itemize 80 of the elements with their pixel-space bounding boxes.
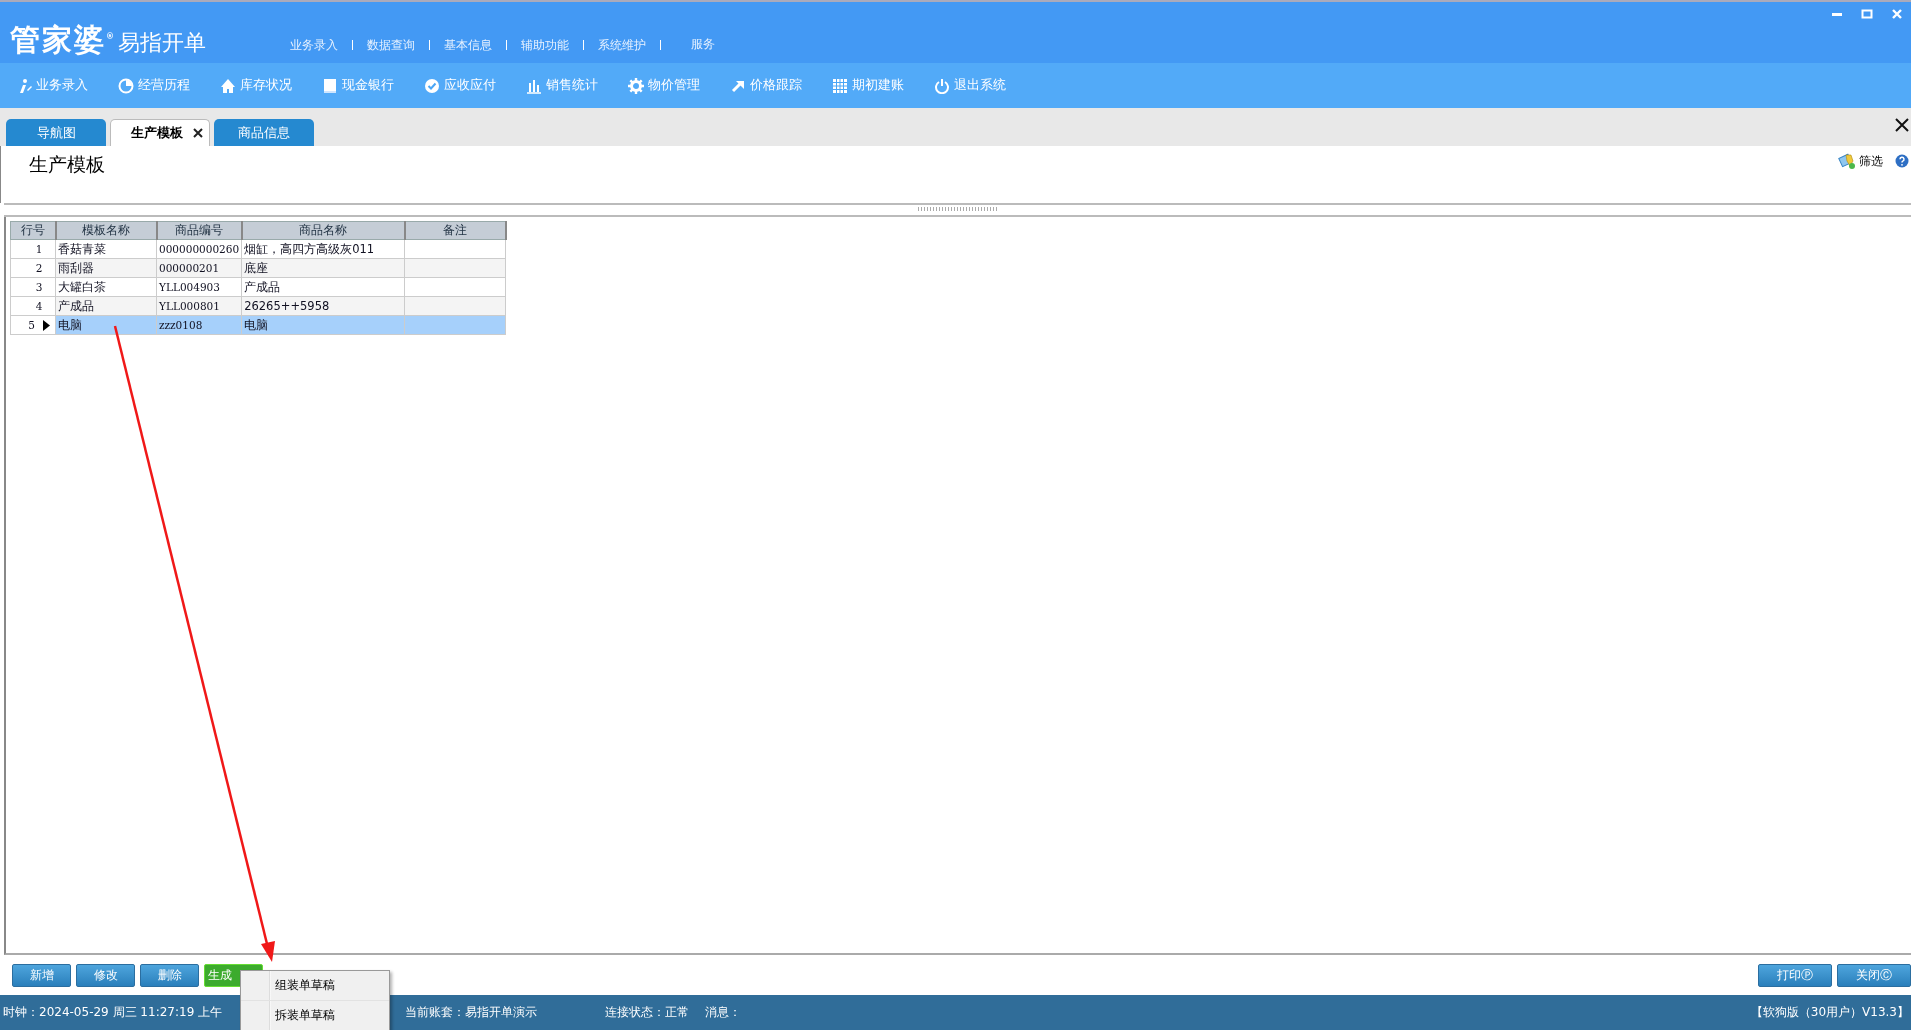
menu-item[interactable]: 拆装单草稿 bbox=[241, 1001, 389, 1030]
table-cell: 雨刮器 bbox=[58, 260, 94, 275]
filter-icon bbox=[1838, 152, 1856, 170]
app-logo: 管家婆$^{®}$ bbox=[10, 21, 116, 57]
table-cell: YLL000801 bbox=[159, 300, 220, 312]
close-icon bbox=[1891, 8, 1903, 20]
check-icon bbox=[424, 77, 440, 94]
button[interactable]: 修改 bbox=[76, 963, 135, 987]
table-cell: 000000000260 bbox=[159, 243, 240, 255]
table-cell: 电脑 bbox=[58, 317, 82, 332]
row-number: 4 bbox=[35, 300, 43, 312]
filter-button[interactable]: 筛选 bbox=[1838, 152, 1883, 170]
toolbar-button[interactable]: 物价管理 bbox=[628, 77, 700, 94]
table-row[interactable]: 4 产成品 YLL000801 26265++5958 bbox=[10, 296, 506, 316]
table-cell: zzz0108 bbox=[159, 319, 203, 331]
menu-item[interactable]: 组装单草稿 bbox=[241, 971, 389, 1001]
table-cell: 产成品 bbox=[244, 279, 281, 294]
toolbar-button[interactable]: 应收应付 bbox=[424, 77, 496, 94]
menu-item[interactable]: 系统维护 bbox=[584, 39, 661, 50]
toolbar-button[interactable]: 期初建账 bbox=[832, 77, 904, 94]
column-header[interactable]: 备注 bbox=[404, 221, 506, 240]
table-cell: 大罐白茶 bbox=[58, 279, 106, 294]
toolbar-button[interactable]: 库存状况 bbox=[220, 77, 292, 94]
table-cell: 26265++5958 bbox=[244, 299, 330, 313]
table-cell: 香菇青菜 bbox=[58, 241, 106, 256]
button[interactable]: 关闭Ⓒ bbox=[1837, 963, 1911, 987]
button[interactable]: 删除 bbox=[140, 963, 199, 987]
table-cell: 电脑 bbox=[244, 317, 269, 332]
menu-item[interactable]: 业务录入 bbox=[276, 39, 353, 50]
column-header[interactable]: 行号 bbox=[10, 221, 56, 240]
book-icon bbox=[322, 77, 338, 94]
toolbar-button[interactable]: 现金银行 bbox=[322, 77, 394, 94]
table-cell: YLL004903 bbox=[159, 281, 220, 293]
maximize-icon bbox=[1861, 8, 1873, 20]
splitter-handle[interactable] bbox=[917, 207, 998, 211]
menu-item[interactable]: 数据查询 bbox=[353, 39, 430, 50]
version-text: 【软狗版（30用户）V13.3】 bbox=[1750, 1004, 1909, 1021]
clock-text: 时钟：2024-05-29 周三 11:27:19 上午 bbox=[3, 1004, 223, 1021]
pie-chart-icon bbox=[118, 77, 134, 94]
button[interactable]: 打印Ⓟ bbox=[1758, 963, 1832, 987]
power-icon bbox=[934, 77, 950, 94]
gear-icon bbox=[628, 77, 644, 94]
tab[interactable]: 导航图 bbox=[6, 119, 106, 146]
close-icon bbox=[193, 128, 203, 138]
table-cell: 产成品 bbox=[58, 298, 94, 313]
house-icon bbox=[220, 77, 236, 94]
toolbar-button[interactable]: 退出系统 bbox=[934, 77, 1006, 94]
toolbar-button[interactable]: 销售统计 bbox=[526, 77, 598, 94]
product-name: 易指开单 bbox=[118, 29, 206, 57]
row-number: 2 bbox=[35, 262, 43, 274]
table-cell: 烟缸，高四方高级灰011 bbox=[244, 241, 375, 256]
button[interactable]: 新增 bbox=[12, 963, 71, 987]
menu-item[interactable]: 服务 bbox=[661, 36, 729, 53]
menu-item[interactable]: 辅助功能 bbox=[507, 39, 584, 50]
status-text: 连接状态：正常 bbox=[605, 1004, 689, 1021]
column-header[interactable]: 商品编号 bbox=[156, 221, 242, 240]
grid-icon bbox=[832, 77, 848, 94]
row-number: 5 bbox=[28, 319, 35, 331]
table-row[interactable]: 5 电脑 zzz0108 电脑 bbox=[10, 315, 506, 335]
table-row[interactable]: 3 大罐白茶 YLL004903 产成品 bbox=[10, 277, 506, 297]
page-title: 生产模板 bbox=[29, 152, 106, 177]
bar-chart-icon bbox=[526, 77, 542, 94]
status-text: 消息： bbox=[705, 1004, 741, 1021]
table-row[interactable]: 1 香菇青菜 000000000260 烟缸，高四方高级灰011 bbox=[10, 239, 506, 259]
row-number: 1 bbox=[35, 243, 43, 255]
column-header[interactable]: 模板名称 bbox=[55, 221, 157, 240]
toolbar-button[interactable]: 价格跟踪 bbox=[730, 77, 802, 94]
row-number: 3 bbox=[35, 281, 43, 293]
tab[interactable]: 生产模板 bbox=[110, 119, 210, 146]
menu-item[interactable]: 基本信息 bbox=[430, 39, 507, 50]
table-cell: 底座 bbox=[244, 260, 269, 275]
column-header[interactable]: 商品名称 bbox=[241, 221, 405, 240]
current-row-icon bbox=[42, 319, 50, 331]
table-row[interactable]: 2 雨刮器 000000201 底座 bbox=[10, 258, 506, 278]
table-cell: 000000201 bbox=[159, 262, 220, 274]
close-icon bbox=[1895, 118, 1909, 132]
toolbar-button[interactable]: 业务录入 bbox=[16, 77, 88, 94]
tab[interactable]: 商品信息 bbox=[214, 119, 314, 146]
status-text: 当前账套：易指开单演示 bbox=[405, 1004, 537, 1021]
toolbar-button[interactable]: 经营历程 bbox=[118, 77, 190, 94]
